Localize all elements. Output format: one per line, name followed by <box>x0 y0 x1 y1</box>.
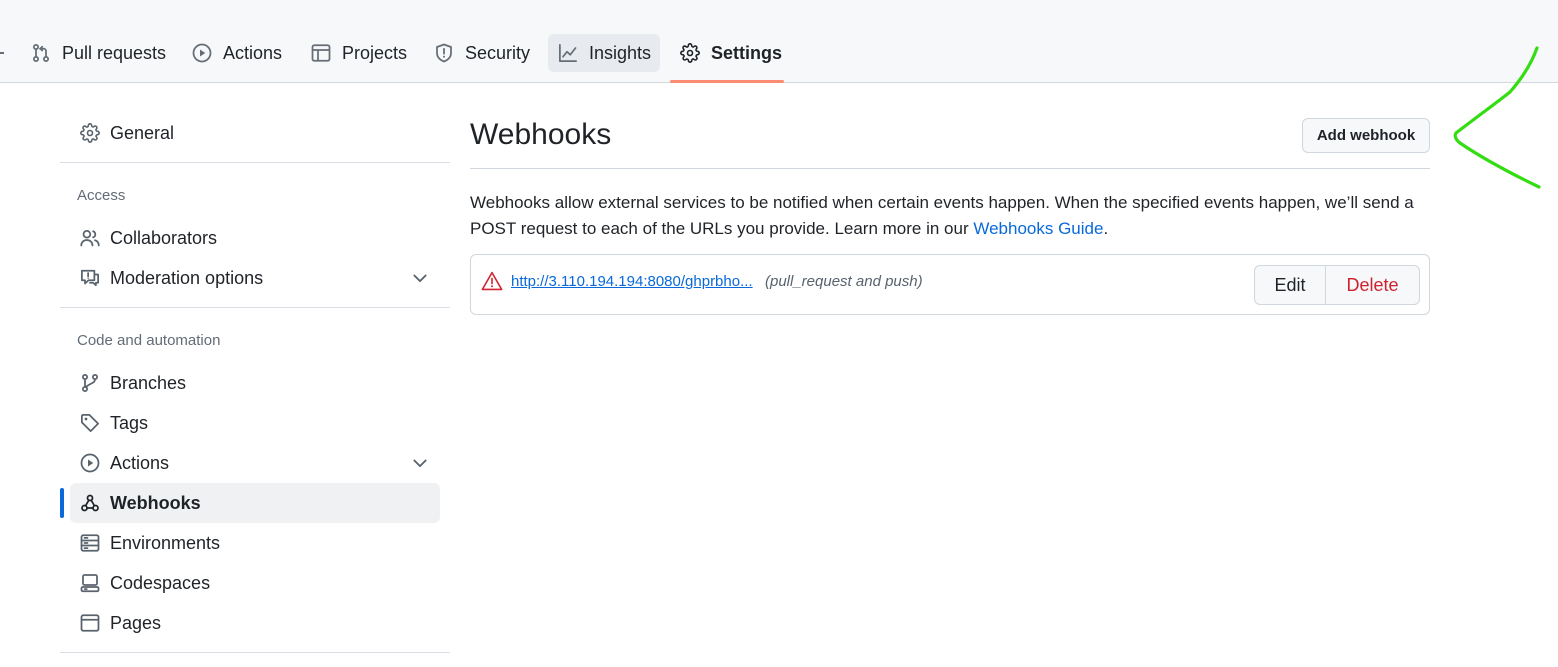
sidebar-item-codespaces[interactable]: Codespaces <box>70 563 440 603</box>
sidebar-item-label: Actions <box>110 452 170 473</box>
gear-icon <box>80 123 100 143</box>
tab-security[interactable]: Security <box>424 34 540 72</box>
repo-nav: Pull requests Actions Projects Security … <box>0 0 1558 83</box>
tag-icon <box>81 414 99 432</box>
delete-webhook-button[interactable]: Delete <box>1326 266 1419 304</box>
webhook-list-item: http://3.110.194.194:8080/ghprbho... (pu… <box>470 254 1430 315</box>
sidebar-divider <box>60 307 450 308</box>
nav-overflow-edge <box>0 52 4 54</box>
play-circle-icon <box>192 43 212 63</box>
sidebar-item-moderation-options[interactable]: Moderation options <box>70 258 440 298</box>
git-pull-request-icon <box>32 44 50 63</box>
webhook-url-link[interactable]: http://3.110.194.194:8080/ghprbho... <box>511 273 753 290</box>
play-circle-icon <box>80 453 100 473</box>
sidebar-item-tags[interactable]: Tags <box>70 403 440 443</box>
gear-icon <box>680 43 700 63</box>
tab-projects[interactable]: Projects <box>301 34 417 72</box>
tab-label: Projects <box>342 42 408 63</box>
webhook-events: (pull_request and push) <box>765 273 923 290</box>
tab-label: Insights <box>589 42 652 63</box>
tab-label: Actions <box>223 42 283 63</box>
tab-label: Settings <box>711 42 783 63</box>
chevron-down-icon[interactable] <box>410 453 430 473</box>
tab-label: Security <box>465 42 531 63</box>
alert-icon <box>481 271 503 291</box>
page-title: Webhooks <box>470 118 612 151</box>
webhooks-description: Webhooks allow external services to be n… <box>470 190 1432 242</box>
sidebar-item-label: General <box>110 122 175 143</box>
sidebar-item-label: Branches <box>110 372 187 393</box>
people-icon <box>80 229 100 247</box>
git-branch-icon <box>81 374 99 393</box>
sidebar-divider <box>60 652 450 653</box>
sidebar-item-webhooks[interactable]: Webhooks <box>70 483 440 523</box>
add-webhook-button[interactable]: Add webhook <box>1302 118 1430 153</box>
sidebar-item-general[interactable]: General <box>70 113 440 153</box>
tab-label: Pull requests <box>62 42 167 63</box>
edit-webhook-button[interactable]: Edit <box>1255 266 1326 304</box>
description-text: Webhooks allow external services to be n… <box>470 193 1414 238</box>
sidebar-item-label: Webhooks <box>110 492 201 513</box>
sidebar-item-label: Codespaces <box>110 572 211 593</box>
sidebar-heading-code-automation: Code and automation <box>77 332 221 349</box>
sidebar-item-branches[interactable]: Branches <box>70 363 440 403</box>
sidebar-divider <box>60 162 450 163</box>
chevron-down-icon[interactable] <box>410 268 430 288</box>
tab-settings[interactable]: Settings <box>670 34 792 72</box>
shield-icon <box>436 43 452 63</box>
tab-insights[interactable]: Insights <box>548 34 660 72</box>
comment-report-icon <box>81 269 99 287</box>
sidebar-item-label: Moderation options <box>110 267 264 288</box>
tab-pull-requests[interactable]: Pull requests <box>21 34 176 72</box>
browser-icon <box>80 614 100 632</box>
description-text-end: . <box>1103 219 1109 238</box>
tab-actions[interactable]: Actions <box>182 34 292 72</box>
sidebar-item-label: Collaborators <box>110 227 218 248</box>
table-icon <box>311 44 331 62</box>
webhooks-guide-link[interactable]: Webhooks Guide <box>973 219 1103 238</box>
active-indicator <box>60 488 64 518</box>
sidebar-item-actions[interactable]: Actions <box>70 443 440 483</box>
sidebar-item-collaborators[interactable]: Collaborators <box>70 218 440 258</box>
sidebar-item-environments[interactable]: Environments <box>70 523 440 563</box>
codespaces-icon <box>80 574 100 593</box>
active-tab-underline <box>670 80 784 83</box>
webhook-icon <box>81 494 99 512</box>
webhook-actions: Edit Delete <box>1254 265 1420 305</box>
graph-icon <box>559 44 577 62</box>
sidebar-item-label: Environments <box>110 532 221 553</box>
sidebar-item-label: Pages <box>110 612 162 633</box>
sidebar-item-label: Tags <box>110 412 149 433</box>
title-divider <box>470 168 1430 169</box>
annotation-arrow-drawing <box>1453 46 1541 189</box>
server-icon <box>80 534 100 552</box>
sidebar-item-pages[interactable]: Pages <box>70 603 440 643</box>
sidebar-heading-access: Access <box>77 187 126 204</box>
